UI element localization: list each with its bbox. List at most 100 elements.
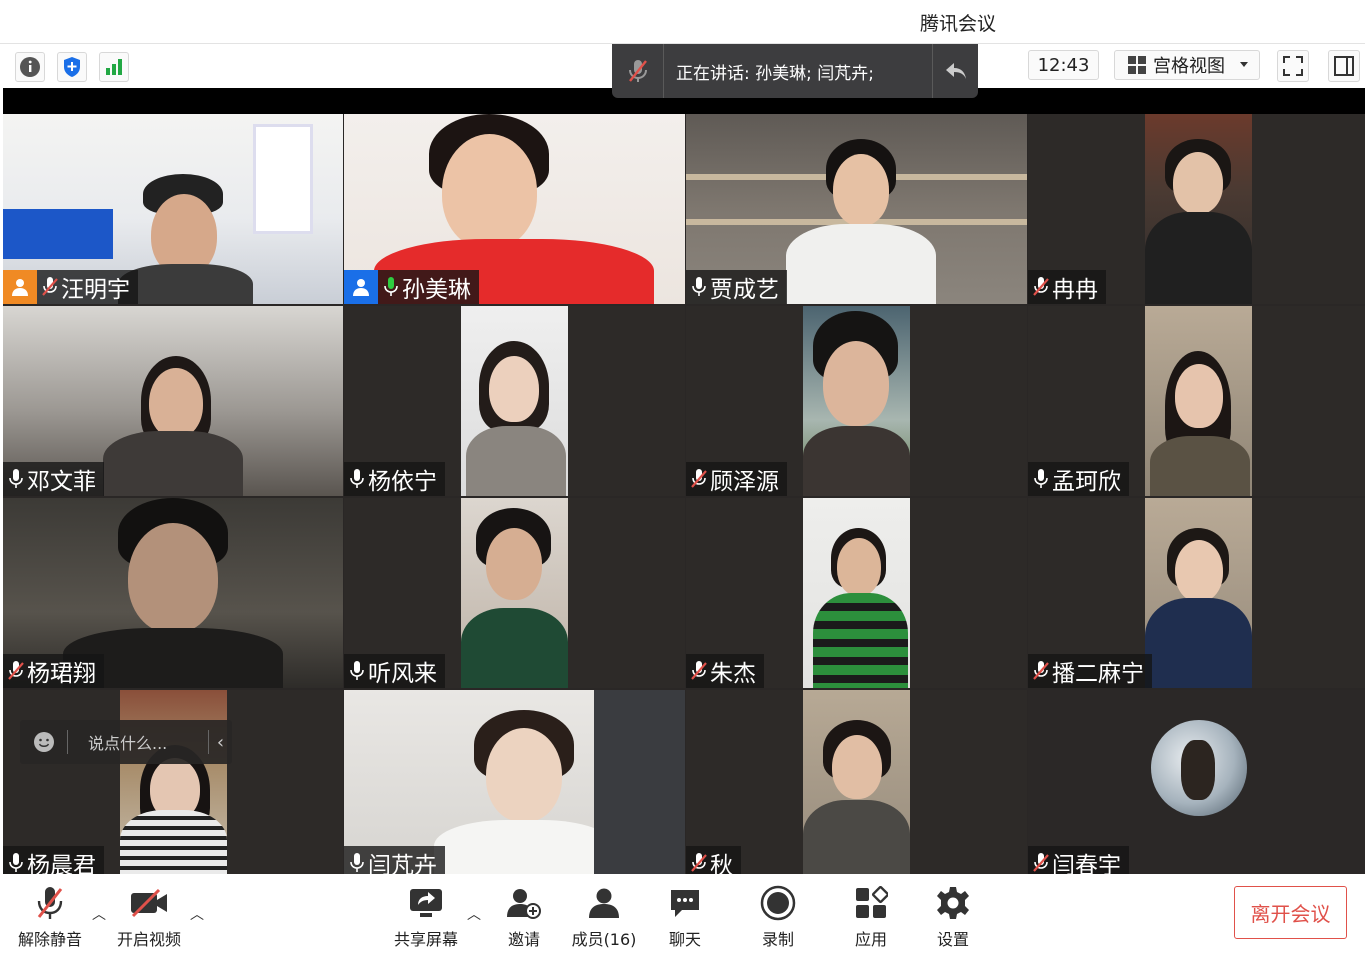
participant-name: 播二麻宁 [1052,661,1144,687]
invite-label: 邀请 [507,930,540,949]
participant-avatar [1151,720,1247,816]
share-screen-icon [408,884,444,922]
video-tile[interactable]: 闫芃卉 [344,690,685,880]
muted-mic-icon [688,466,710,492]
emoji-icon[interactable] [20,730,68,754]
video-tile[interactable]: 杨晨君 [3,690,343,880]
unmute-button[interactable]: 解除静音 [5,884,95,950]
muted-mic-icon [39,274,61,300]
quick-chat-input[interactable]: 说点什么... ‹ [20,720,232,764]
chat-placeholder[interactable]: 说点什么... [68,730,208,754]
video-feed [461,306,568,496]
participant-name: 邓文菲 [27,469,96,495]
chat-button[interactable]: 聊天 [640,884,730,950]
apps-grid-icon [854,884,888,922]
fullscreen-icon[interactable] [1277,50,1309,82]
members-button[interactable]: 成员(16) [559,884,649,950]
reply-arrow-icon[interactable] [932,44,978,98]
leave-meeting-button[interactable]: 离开会议 [1234,886,1347,939]
signal-strength-icon[interactable] [99,52,129,82]
settings-label: 设置 [936,930,969,949]
speaking-indicator: 正在讲话: 孙美琳; 闫芃卉; [612,44,978,98]
muted-mic-icon[interactable] [612,44,664,98]
participant-name: 朱杰 [710,661,756,687]
chat-label: 聊天 [668,930,701,949]
mic-icon [346,466,368,492]
participant-nametag: 顾泽源 [686,462,787,496]
mic-icon [5,850,27,876]
window-background [253,124,313,234]
meeting-time: 12:43 [1037,54,1090,76]
video-tile[interactable]: 杨珺翔 [3,498,343,688]
participant-name: 贾成艺 [710,277,779,303]
sidebar-toggle-icon[interactable] [1328,50,1360,82]
participant-nametag: 朱杰 [686,654,764,688]
participant-name: 杨珺翔 [27,661,96,687]
participant-name: 顾泽源 [710,469,779,495]
muted-mic-icon [1030,658,1052,684]
participant-nametag: 听风来 [344,654,445,688]
add-user-icon [506,884,542,922]
video-tile[interactable]: 贾成艺 [686,114,1027,304]
chevron-down-icon [1240,62,1248,67]
participant-nametag: 邓文菲 [3,462,104,496]
participant-name: 杨依宁 [368,469,437,495]
participant-name: 听风来 [368,661,437,687]
muted-mic-icon [35,884,65,922]
participant-nametag: 孟珂欣 [1028,462,1129,496]
window-title: 腾讯会议 [920,13,997,35]
share-screen-button[interactable]: 共享屏幕 [381,884,471,950]
video-tile[interactable]: 冉冉 [1028,114,1365,304]
info-icon[interactable] [15,52,45,82]
title-bar: 腾讯会议 [0,0,1365,44]
muted-mic-icon [688,658,710,684]
video-feed [1145,498,1252,688]
mic-icon [688,274,710,300]
video-tile-active-speaker[interactable]: 孙美琳 [344,114,685,304]
video-tile-camera-off[interactable]: 闫春宇 [1028,690,1365,880]
participant-nametag: 贾成艺 [686,270,787,304]
mic-icon [1030,466,1052,492]
record-button[interactable]: 录制 [733,884,823,950]
muted-mic-icon [688,850,710,876]
video-feed [803,306,910,496]
video-feed [1145,114,1252,304]
video-tile[interactable]: 听风来 [344,498,685,688]
video-tile[interactable]: 朱杰 [686,498,1027,688]
invite-button[interactable]: 邀请 [479,884,569,950]
video-feed [461,498,568,688]
apps-button[interactable]: 应用 [826,884,916,950]
cohost-icon [344,270,378,304]
settings-button[interactable]: 设置 [908,884,998,950]
participant-nametag: 杨依宁 [344,462,445,496]
participant-nametag: 播二麻宁 [1028,654,1152,688]
grid-view-icon [1128,56,1146,74]
mic-icon [346,850,368,876]
video-tile[interactable]: 汪明宇 [3,114,343,304]
participant-nametag: 冉冉 [1028,270,1106,304]
video-tile[interactable]: 杨依宁 [344,306,685,496]
video-tile[interactable]: 顾泽源 [686,306,1027,496]
record-icon [760,884,796,922]
video-off-icon [129,884,169,922]
video-tile[interactable]: 秋 [686,690,1027,880]
view-mode-label: 宫格视图 [1153,56,1225,77]
apps-label: 应用 [854,930,887,949]
video-tile[interactable]: 播二麻宁 [1028,498,1365,688]
video-tile[interactable]: 邓文菲 [3,306,343,496]
meeting-clock: 12:43 [1028,50,1099,80]
start-video-label: 开启视频 [116,930,181,949]
participant-name: 汪明宇 [61,277,130,303]
share-screen-label: 共享屏幕 [393,930,458,949]
participant-name: 孙美琳 [402,277,471,303]
view-mode-dropdown[interactable]: 宫格视图 [1114,50,1260,80]
video-options-chevron-icon[interactable]: ︿ [190,904,204,924]
active-mic-icon [380,274,402,300]
security-shield-icon[interactable] [57,52,87,82]
collapse-chevron-icon[interactable]: ‹ [208,730,232,754]
participant-name: 冉冉 [1052,277,1098,303]
video-tile[interactable]: 孟珂欣 [1028,306,1365,496]
start-video-button[interactable]: 开启视频 [104,884,194,950]
members-icon [587,884,621,922]
video-feed [1145,306,1252,496]
